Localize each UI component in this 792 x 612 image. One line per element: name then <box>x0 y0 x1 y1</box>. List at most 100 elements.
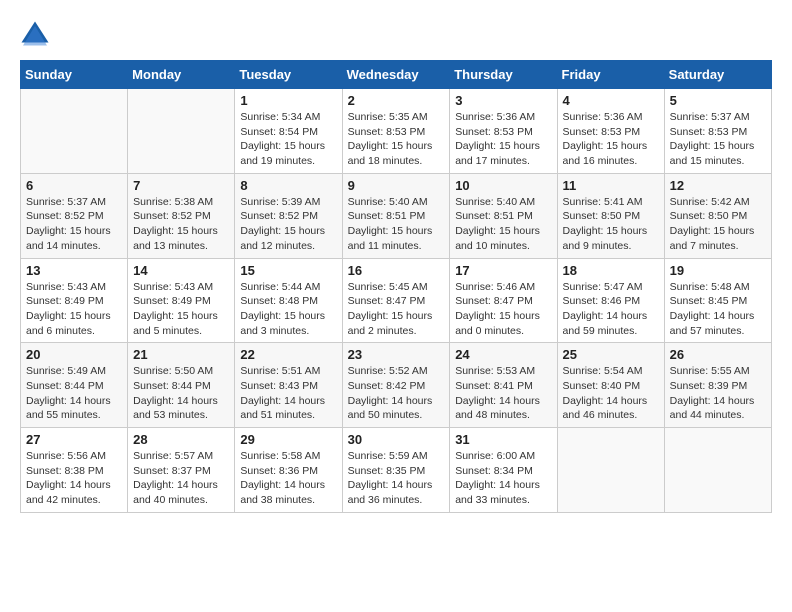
calendar-cell: 18 Sunrise: 5:47 AM Sunset: 8:46 PM Dayli… <box>557 258 664 343</box>
calendar-cell: 21 Sunrise: 5:50 AM Sunset: 8:44 PM Dayli… <box>128 343 235 428</box>
calendar-cell: 31 Sunrise: 6:00 AM Sunset: 8:34 PM Dayli… <box>450 428 557 513</box>
day-number: 21 <box>133 347 229 362</box>
day-number: 5 <box>670 93 766 108</box>
day-number: 17 <box>455 263 551 278</box>
page-header <box>20 20 772 50</box>
day-detail: Sunrise: 5:53 AM Sunset: 8:41 PM Dayligh… <box>455 364 551 423</box>
day-number: 18 <box>563 263 659 278</box>
calendar-cell <box>21 89 128 174</box>
day-detail: Sunrise: 5:49 AM Sunset: 8:44 PM Dayligh… <box>26 364 122 423</box>
day-detail: Sunrise: 5:45 AM Sunset: 8:47 PM Dayligh… <box>348 280 445 339</box>
calendar-cell: 25 Sunrise: 5:54 AM Sunset: 8:40 PM Dayli… <box>557 343 664 428</box>
day-detail: Sunrise: 5:52 AM Sunset: 8:42 PM Dayligh… <box>348 364 445 423</box>
day-number: 1 <box>240 93 336 108</box>
day-detail: Sunrise: 5:35 AM Sunset: 8:53 PM Dayligh… <box>348 110 445 169</box>
calendar-cell: 29 Sunrise: 5:58 AM Sunset: 8:36 PM Dayli… <box>235 428 342 513</box>
calendar-table: SundayMondayTuesdayWednesdayThursdayFrid… <box>20 60 772 513</box>
day-detail: Sunrise: 5:40 AM Sunset: 8:51 PM Dayligh… <box>455 195 551 254</box>
calendar-cell: 15 Sunrise: 5:44 AM Sunset: 8:48 PM Dayli… <box>235 258 342 343</box>
day-number: 26 <box>670 347 766 362</box>
day-number: 24 <box>455 347 551 362</box>
day-detail: Sunrise: 5:34 AM Sunset: 8:54 PM Dayligh… <box>240 110 336 169</box>
calendar-cell: 24 Sunrise: 5:53 AM Sunset: 8:41 PM Dayli… <box>450 343 557 428</box>
day-detail: Sunrise: 5:58 AM Sunset: 8:36 PM Dayligh… <box>240 449 336 508</box>
day-detail: Sunrise: 5:46 AM Sunset: 8:47 PM Dayligh… <box>455 280 551 339</box>
calendar-cell: 23 Sunrise: 5:52 AM Sunset: 8:42 PM Dayli… <box>342 343 450 428</box>
day-number: 19 <box>670 263 766 278</box>
day-detail: Sunrise: 5:37 AM Sunset: 8:53 PM Dayligh… <box>670 110 766 169</box>
day-number: 9 <box>348 178 445 193</box>
day-detail: Sunrise: 5:40 AM Sunset: 8:51 PM Dayligh… <box>348 195 445 254</box>
day-detail: Sunrise: 6:00 AM Sunset: 8:34 PM Dayligh… <box>455 449 551 508</box>
calendar-cell: 2 Sunrise: 5:35 AM Sunset: 8:53 PM Daylig… <box>342 89 450 174</box>
day-detail: Sunrise: 5:47 AM Sunset: 8:46 PM Dayligh… <box>563 280 659 339</box>
calendar-cell: 11 Sunrise: 5:41 AM Sunset: 8:50 PM Dayli… <box>557 173 664 258</box>
day-number: 23 <box>348 347 445 362</box>
day-detail: Sunrise: 5:59 AM Sunset: 8:35 PM Dayligh… <box>348 449 445 508</box>
day-number: 3 <box>455 93 551 108</box>
weekday-header-friday: Friday <box>557 61 664 89</box>
day-number: 20 <box>26 347 122 362</box>
calendar-cell: 26Sunrise: 5:55 AM Sunset: 8:39 PM Dayli… <box>664 343 771 428</box>
day-number: 7 <box>133 178 229 193</box>
day-number: 13 <box>26 263 122 278</box>
calendar-cell: 22 Sunrise: 5:51 AM Sunset: 8:43 PM Dayli… <box>235 343 342 428</box>
day-detail: Sunrise: 5:38 AM Sunset: 8:52 PM Dayligh… <box>133 195 229 254</box>
day-detail: Sunrise: 5:36 AM Sunset: 8:53 PM Dayligh… <box>563 110 659 169</box>
weekday-header-sunday: Sunday <box>21 61 128 89</box>
weekday-header-thursday: Thursday <box>450 61 557 89</box>
calendar-cell: 10 Sunrise: 5:40 AM Sunset: 8:51 PM Dayli… <box>450 173 557 258</box>
weekday-header-wednesday: Wednesday <box>342 61 450 89</box>
day-number: 12 <box>670 178 766 193</box>
day-detail: Sunrise: 5:54 AM Sunset: 8:40 PM Dayligh… <box>563 364 659 423</box>
day-detail: Sunrise: 5:41 AM Sunset: 8:50 PM Dayligh… <box>563 195 659 254</box>
day-number: 2 <box>348 93 445 108</box>
day-number: 29 <box>240 432 336 447</box>
calendar-cell: 5 Sunrise: 5:37 AM Sunset: 8:53 PM Daylig… <box>664 89 771 174</box>
weekday-header-saturday: Saturday <box>664 61 771 89</box>
day-number: 10 <box>455 178 551 193</box>
day-detail: Sunrise: 5:37 AM Sunset: 8:52 PM Dayligh… <box>26 195 122 254</box>
calendar-cell <box>128 89 235 174</box>
calendar-cell: 19 Sunrise: 5:48 AM Sunset: 8:45 PM Dayli… <box>664 258 771 343</box>
day-number: 28 <box>133 432 229 447</box>
calendar-cell: 14 Sunrise: 5:43 AM Sunset: 8:49 PM Dayli… <box>128 258 235 343</box>
day-detail: Sunrise: 5:42 AM Sunset: 8:50 PM Dayligh… <box>670 195 766 254</box>
day-detail: Sunrise: 5:51 AM Sunset: 8:43 PM Dayligh… <box>240 364 336 423</box>
calendar-cell: 20 Sunrise: 5:49 AM Sunset: 8:44 PM Dayli… <box>21 343 128 428</box>
calendar-cell: 17 Sunrise: 5:46 AM Sunset: 8:47 PM Dayli… <box>450 258 557 343</box>
day-detail: Sunrise: 5:48 AM Sunset: 8:45 PM Dayligh… <box>670 280 766 339</box>
calendar-cell: 30Sunrise: 5:59 AM Sunset: 8:35 PM Dayli… <box>342 428 450 513</box>
logo <box>20 20 54 50</box>
calendar-cell: 12 Sunrise: 5:42 AM Sunset: 8:50 PM Dayli… <box>664 173 771 258</box>
day-detail: Sunrise: 5:43 AM Sunset: 8:49 PM Dayligh… <box>133 280 229 339</box>
calendar-cell: 4 Sunrise: 5:36 AM Sunset: 8:53 PM Daylig… <box>557 89 664 174</box>
day-detail: Sunrise: 5:44 AM Sunset: 8:48 PM Dayligh… <box>240 280 336 339</box>
calendar-cell: 13 Sunrise: 5:43 AM Sunset: 8:49 PM Dayli… <box>21 258 128 343</box>
calendar-cell: 7 Sunrise: 5:38 AM Sunset: 8:52 PM Daylig… <box>128 173 235 258</box>
day-number: 31 <box>455 432 551 447</box>
day-number: 14 <box>133 263 229 278</box>
day-detail: Sunrise: 5:56 AM Sunset: 8:38 PM Dayligh… <box>26 449 122 508</box>
calendar-cell: 9 Sunrise: 5:40 AM Sunset: 8:51 PM Daylig… <box>342 173 450 258</box>
day-number: 6 <box>26 178 122 193</box>
calendar-cell: 16Sunrise: 5:45 AM Sunset: 8:47 PM Dayli… <box>342 258 450 343</box>
day-number: 11 <box>563 178 659 193</box>
calendar-cell: 3 Sunrise: 5:36 AM Sunset: 8:53 PM Daylig… <box>450 89 557 174</box>
calendar-cell: 6 Sunrise: 5:37 AM Sunset: 8:52 PM Daylig… <box>21 173 128 258</box>
calendar-cell <box>664 428 771 513</box>
calendar-cell: 27 Sunrise: 5:56 AM Sunset: 8:38 PM Dayli… <box>21 428 128 513</box>
day-number: 4 <box>563 93 659 108</box>
day-number: 22 <box>240 347 336 362</box>
day-detail: Sunrise: 5:57 AM Sunset: 8:37 PM Dayligh… <box>133 449 229 508</box>
calendar-cell: 28 Sunrise: 5:57 AM Sunset: 8:37 PM Dayli… <box>128 428 235 513</box>
day-number: 27 <box>26 432 122 447</box>
calendar-cell: 8Sunrise: 5:39 AM Sunset: 8:52 PM Daylig… <box>235 173 342 258</box>
day-number: 25 <box>563 347 659 362</box>
day-detail: Sunrise: 5:50 AM Sunset: 8:44 PM Dayligh… <box>133 364 229 423</box>
weekday-header-tuesday: Tuesday <box>235 61 342 89</box>
day-number: 15 <box>240 263 336 278</box>
day-detail: Sunrise: 5:36 AM Sunset: 8:53 PM Dayligh… <box>455 110 551 169</box>
day-detail: Sunrise: 5:43 AM Sunset: 8:49 PM Dayligh… <box>26 280 122 339</box>
day-detail: Sunrise: 5:39 AM Sunset: 8:52 PM Dayligh… <box>240 195 336 254</box>
